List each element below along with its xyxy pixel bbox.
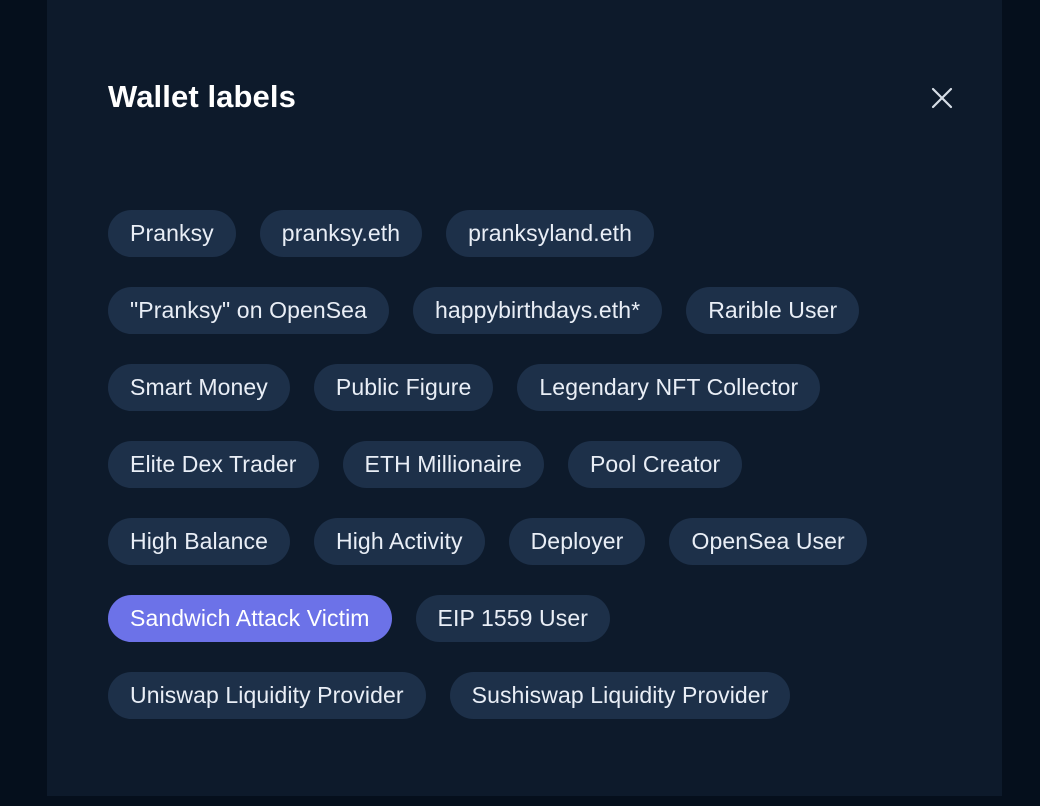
wallet-label-chip[interactable]: Pool Creator [567, 441, 743, 488]
wallet-label-chip[interactable]: pranksy.eth [259, 210, 423, 257]
wallet-label-chip[interactable]: Pranksy [108, 210, 236, 257]
label-row: "Pranksy" on OpenSea happybirthdays.eth* R… [108, 287, 948, 334]
label-row: High Balance High Activity Deployer OpenSea… [108, 518, 948, 565]
label-row: Smart Money Public Figure Legendary NFT Co… [108, 364, 948, 411]
app-root: Wallet labels Pranksy pranksy.eth pranksyl… [0, 0, 1040, 806]
modal-header: Wallet labels [47, 0, 1002, 160]
close-icon [929, 85, 955, 111]
label-row: Sandwich Attack Victim EIP 1559 User [108, 595, 948, 642]
close-button[interactable] [922, 78, 962, 118]
label-row: Pranksy pranksy.eth pranksyland.eth [108, 210, 948, 257]
wallet-label-chip[interactable]: Public Figure [313, 364, 494, 411]
wallet-label-chip[interactable]: Smart Money [108, 364, 290, 411]
wallet-label-chip[interactable]: pranksyland.eth [446, 210, 654, 257]
wallet-label-chip[interactable]: Uniswap Liquidity Provider [108, 672, 426, 719]
wallet-label-chip[interactable]: Sandwich Attack Victim [108, 595, 392, 642]
wallet-label-chip[interactable]: High Balance [108, 518, 291, 565]
wallet-label-chip[interactable]: Legendary NFT Collector [517, 364, 821, 411]
page-title: Wallet labels [108, 79, 296, 114]
label-row: Elite Dex Trader ETH Millionaire Pool Crea… [108, 441, 948, 488]
wallet-label-chip[interactable]: Sushiswap Liquidity Provider [449, 672, 791, 719]
wallet-label-chip[interactable]: Rarible User [686, 287, 860, 334]
wallet-label-chip[interactable]: happybirthdays.eth* [412, 287, 663, 334]
wallet-label-chip[interactable]: OpenSea User [669, 518, 867, 565]
wallet-label-chip[interactable]: EIP 1559 User [415, 595, 611, 642]
wallet-labels-modal: Wallet labels Pranksy pranksy.eth pranksyl… [47, 0, 1002, 796]
wallet-label-chip[interactable]: Elite Dex Trader [108, 441, 319, 488]
wallet-label-chip[interactable]: ETH Millionaire [342, 441, 544, 488]
wallet-label-chip[interactable]: "Pranksy" on OpenSea [108, 287, 389, 334]
wallet-label-chip[interactable]: Deployer [508, 518, 646, 565]
label-row: Uniswap Liquidity Provider Sushiswap Liqu… [108, 672, 948, 719]
wallet-label-chip[interactable]: High Activity [314, 518, 485, 565]
wallet-labels-list: Pranksy pranksy.eth pranksyland.eth "Pranks… [108, 210, 948, 719]
